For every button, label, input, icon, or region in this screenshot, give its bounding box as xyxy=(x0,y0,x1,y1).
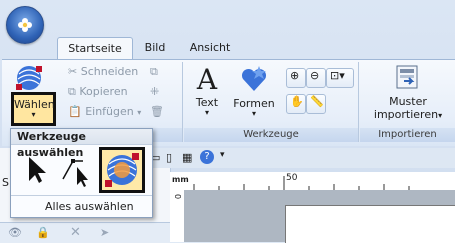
shapes-button[interactable]: Formen ▾ xyxy=(232,64,276,118)
flower-logo-icon xyxy=(18,18,32,32)
application-menu-button[interactable] xyxy=(6,6,44,44)
zoom-out-icon[interactable]: ⊖ xyxy=(306,68,326,88)
lock-icon[interactable]: 🔒 xyxy=(36,226,50,239)
select-tools-popup: Werkzeuge auswählen Alles auswählen xyxy=(10,128,153,218)
tab-bild[interactable]: Bild xyxy=(138,37,172,59)
import-group: Muster importieren▾ Importieren xyxy=(360,62,455,142)
import-pattern-icon xyxy=(396,65,418,89)
chevron-down-icon: ▾ xyxy=(31,110,36,119)
cut-label: Schneiden xyxy=(80,65,139,78)
import-group-label: Importieren xyxy=(360,128,455,142)
text-a-icon: A xyxy=(196,63,218,96)
select-embroidery-tool[interactable] xyxy=(99,147,145,193)
ruler-top: mm 50 xyxy=(170,172,455,191)
import-pattern-label-1: Muster xyxy=(389,95,427,108)
point-edit-icon xyxy=(62,159,88,187)
text-button[interactable]: A Text ▾ xyxy=(190,64,224,117)
pointer-icon[interactable]: ➤ xyxy=(100,226,109,239)
tools-group-label: Werkzeuge xyxy=(184,128,358,142)
tab-startseite[interactable]: Startseite xyxy=(57,37,133,60)
copy-button[interactable]: ⧉ Kopieren xyxy=(68,85,128,99)
scissors-icon: ✂ xyxy=(68,65,78,78)
tools-group: A Text ▾ Formen ▾ ⊕ ⊖ ⊡▾ ✋ 📏 Werkzeuge xyxy=(184,62,359,142)
design-page[interactable] xyxy=(285,205,455,243)
eye-icon[interactable]: 👁 xyxy=(8,226,22,239)
paste-label: Einfügen xyxy=(85,105,134,118)
select-point-tool[interactable] xyxy=(57,149,95,191)
select-all-item[interactable]: Alles auswählen xyxy=(11,195,152,216)
measure-icon[interactable]: 📏 xyxy=(306,94,326,114)
arrow-cursor-icon xyxy=(29,157,46,183)
chevron-down-icon: ▾ xyxy=(204,108,209,117)
layers-icon[interactable]: ▦ xyxy=(182,151,192,164)
select-embroidery-icon xyxy=(105,153,139,187)
hand-pan-icon[interactable]: ✋ xyxy=(286,94,306,114)
grid-move-icon[interactable]: ⁜ xyxy=(150,85,159,98)
clipboard-icon: 📋 xyxy=(68,105,82,118)
select-arrow-tool[interactable] xyxy=(17,149,55,191)
chevron-down-icon: ▾ xyxy=(137,108,142,117)
cut-button[interactable]: ✂ Schneiden xyxy=(68,65,138,78)
view-toolbar: ▭ ▯ ▦ ? ▾ xyxy=(148,148,455,168)
ruler-left: 0 xyxy=(170,190,185,242)
delete-icon[interactable]: 🗑 xyxy=(150,105,164,118)
zoom-in-icon[interactable]: ⊕ xyxy=(286,68,306,88)
panel-s-label: S xyxy=(2,176,9,189)
select-embroidery-icon xyxy=(16,66,42,90)
ruler-left-tick: 0 xyxy=(173,194,182,200)
chevron-down-icon[interactable]: ▾ xyxy=(220,150,225,160)
popup-title: Werkzeuge auswählen xyxy=(11,129,152,159)
panel-status-row: 👁 🔒 ✕ ➤ xyxy=(0,222,170,243)
tab-ansicht[interactable]: Ansicht xyxy=(185,37,235,59)
import-pattern-label-2: importieren▾ xyxy=(373,108,443,121)
copy-icon: ⧉ xyxy=(68,85,76,98)
zoom-fit-icon[interactable]: ⊡▾ xyxy=(326,68,354,88)
duplicate-icon[interactable]: ⧉ xyxy=(150,65,158,79)
copy-label: Kopieren xyxy=(79,85,128,98)
import-pattern-button[interactable]: Muster importieren▾ xyxy=(370,64,446,121)
ruler-ticks xyxy=(193,176,410,190)
help-icon[interactable]: ? xyxy=(200,150,214,164)
paste-button[interactable]: 📋 Einfügen ▾ xyxy=(68,105,141,118)
heart-star-icon xyxy=(241,66,267,91)
delete-x-icon[interactable]: ✕ xyxy=(70,225,81,240)
ruler-tick-50: 50 xyxy=(286,173,298,183)
chevron-down-icon: ▾ xyxy=(251,109,256,118)
select-button[interactable]: Wählen ▾ xyxy=(11,92,56,126)
split-view-icon[interactable]: ▯ xyxy=(166,151,172,164)
